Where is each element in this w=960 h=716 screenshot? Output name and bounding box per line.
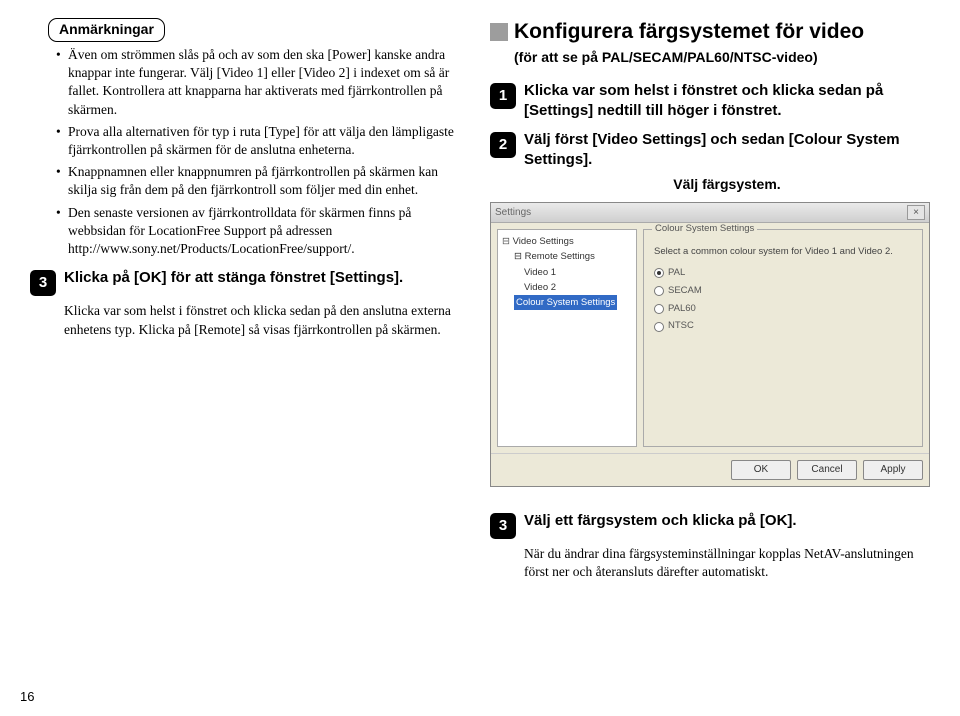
step-text: Välj ett färgsystem och klicka på [OK]. — [524, 511, 930, 531]
note-bullet: Prova alla alternativen för typ i ruta [… — [58, 123, 460, 159]
window-title: Settings — [495, 206, 907, 220]
step-number-badge: 3 — [490, 513, 516, 539]
group-description: Select a common colour system for Video … — [654, 246, 912, 259]
settings-tree[interactable]: Video Settings ⊟ Remote Settings Video 1… — [497, 229, 637, 447]
group-label: Colour System Settings — [652, 223, 757, 236]
radio-pal[interactable]: PAL — [654, 267, 912, 280]
right-step1: 1 Klicka var som helst i fönstret och kl… — [490, 81, 930, 120]
window-titlebar: Settings × — [491, 203, 929, 223]
section-title: Konfigurera färgsystemet för video — [514, 18, 864, 46]
ok-button[interactable]: OK — [731, 460, 791, 480]
tree-node-video2[interactable]: Video 2 — [502, 280, 632, 295]
radio-icon — [654, 322, 664, 332]
step-text: Klicka på [OK] för att stänga fönstret [… — [64, 268, 460, 288]
note-bullet: Även om strömmen slås på och av som den … — [58, 46, 460, 119]
left-column: Anmärkningar Även om strömmen slås på oc… — [30, 18, 460, 590]
note-badge: Anmärkningar — [48, 18, 165, 42]
radio-ntsc[interactable]: NTSC — [654, 320, 912, 333]
section-square-icon — [490, 23, 508, 41]
tree-node-video1[interactable]: Video 1 — [502, 265, 632, 280]
settings-window: Settings × Video Settings ⊟ Remote Setti… — [490, 202, 930, 487]
step2-subtext: Välj färgsystem. — [524, 175, 930, 194]
radio-icon — [654, 286, 664, 296]
note-bullet: Den senaste versionen av fjärrkontrollda… — [58, 204, 460, 259]
radio-pal60[interactable]: PAL60 — [654, 303, 912, 316]
section-heading: Konfigurera färgsystemet för video — [490, 18, 930, 46]
right-step3-desc: När du ändrar dina färgsysteminställning… — [490, 545, 930, 581]
apply-button[interactable]: Apply — [863, 460, 923, 480]
left-step3-desc: Klicka var som helst i fönstret och klic… — [30, 302, 460, 338]
left-step3: 3 Klicka på [OK] för att stänga fönstret… — [30, 268, 460, 296]
window-button-row: OK Cancel Apply — [491, 453, 929, 486]
colour-system-group: Colour System Settings Select a common c… — [643, 229, 923, 447]
step-text: Klicka var som helst i fönstret och klic… — [524, 81, 930, 120]
radio-icon — [654, 268, 664, 278]
step-number-badge: 3 — [30, 270, 56, 296]
step-text: Välj först [Video Settings] och sedan [C… — [524, 130, 930, 169]
right-step3: 3 Välj ett färgsystem och klicka på [OK]… — [490, 511, 930, 539]
section-subtitle: (för att se på PAL/SECAM/PAL60/NTSC-vide… — [514, 48, 930, 67]
radio-secam[interactable]: SECAM — [654, 285, 912, 298]
page-number: 16 — [20, 688, 34, 706]
tree-node-remote-settings[interactable]: ⊟ Remote Settings — [514, 251, 595, 262]
note-bullet: Knappnamnen eller knappnumren på fjärrko… — [58, 163, 460, 199]
step-number-badge: 1 — [490, 83, 516, 109]
radio-icon — [654, 304, 664, 314]
right-column: Konfigurera färgsystemet för video (för … — [490, 18, 930, 590]
tree-node-colour-system[interactable]: Colour System Settings — [514, 295, 617, 310]
right-step2: 2 Välj först [Video Settings] och sedan … — [490, 130, 930, 169]
step-number-badge: 2 — [490, 132, 516, 158]
tree-node-video-settings[interactable]: Video Settings — [502, 234, 632, 249]
cancel-button[interactable]: Cancel — [797, 460, 857, 480]
note-bullets: Även om strömmen slås på och av som den … — [30, 46, 460, 258]
close-icon[interactable]: × — [907, 205, 925, 220]
